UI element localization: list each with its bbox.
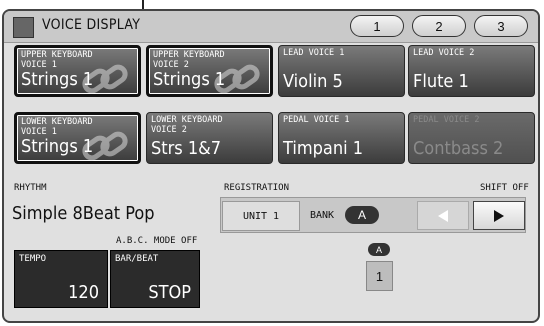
- memory-1-button[interactable]: 1: [366, 261, 393, 291]
- voice-name: Timpani 1: [283, 138, 364, 159]
- voice-category-label: PEDAL VOICE 1: [283, 115, 350, 125]
- voice-category-label: LEAD VOICE 1: [283, 48, 345, 58]
- triangle-right-icon: [494, 209, 504, 222]
- unit-button[interactable]: UNIT 1: [222, 201, 300, 231]
- lower-voice-1-button[interactable]: LOWER KEYBOARD VOICE 1 Strings 1: [14, 112, 141, 164]
- rhythm-name[interactable]: Simple 8Beat Pop: [12, 203, 155, 224]
- lead-voice-2-button[interactable]: LEAD VOICE 2 Flute 1: [408, 45, 535, 97]
- rhythm-label: RHYTHM: [14, 183, 47, 193]
- header-bar: VOICE DISPLAY 1 2 3: [4, 11, 538, 43]
- voice-name: Strings 1: [21, 136, 94, 157]
- tempo-box[interactable]: TEMPO 120: [14, 250, 108, 308]
- bank-label: BANK: [310, 210, 335, 221]
- upper-voice-2-button[interactable]: UPPER KEYBOARD VOICE 2 Strings 1: [146, 45, 273, 97]
- bank-chip: A: [368, 243, 390, 256]
- voice-name: Strings 1: [153, 69, 226, 90]
- bank-next-button[interactable]: [473, 201, 525, 230]
- voice-category-label: PEDAL VOICE 2: [413, 115, 480, 125]
- lower-voice-2-button[interactable]: LOWER KEYBOARD VOICE 2 Strs 1&7: [146, 112, 273, 164]
- pedal-voice-1-button[interactable]: PEDAL VOICE 1 Timpani 1: [278, 112, 405, 164]
- page-title: VOICE DISPLAY: [42, 17, 141, 33]
- page-tab-3[interactable]: 3: [474, 15, 528, 37]
- bar-beat-box[interactable]: BAR/BEAT STOP: [110, 250, 200, 308]
- page-tab-2[interactable]: 2: [412, 15, 466, 37]
- tempo-value: 120: [68, 282, 99, 303]
- shift-status: SHIFT OFF: [480, 183, 529, 193]
- abc-mode-status: A.B.C. MODE OFF: [116, 236, 198, 246]
- lead-voice-1-button[interactable]: LEAD VOICE 1 Violin 5: [278, 45, 405, 97]
- page-tab-1[interactable]: 1: [350, 15, 404, 37]
- voice-category-label: LOWER KEYBOARD VOICE 2: [151, 115, 223, 135]
- voice-category-label: LEAD VOICE 2: [413, 48, 475, 58]
- voice-name: Strs 1&7: [151, 138, 222, 159]
- tempo-label: TEMPO: [19, 254, 47, 264]
- voice-name: Flute 1: [413, 71, 469, 92]
- bank-value-badge[interactable]: A: [345, 206, 379, 224]
- bar-beat-value: STOP: [148, 282, 191, 303]
- bar-beat-label: BAR/BEAT: [115, 254, 159, 264]
- voice-name: Contbass 2: [413, 138, 504, 159]
- voice-name: Strings 1: [21, 69, 94, 90]
- registration-label: REGISTRATION: [224, 183, 290, 193]
- upper-voice-1-button[interactable]: UPPER KEYBOARD VOICE 1 Strings 1: [14, 45, 141, 97]
- pedal-voice-2-button[interactable]: PEDAL VOICE 2 Contbass 2: [408, 112, 535, 164]
- display-icon: [13, 17, 34, 38]
- voice-name: Violin 5: [283, 71, 343, 92]
- triangle-left-icon: [438, 209, 448, 222]
- bank-prev-button[interactable]: [417, 201, 469, 230]
